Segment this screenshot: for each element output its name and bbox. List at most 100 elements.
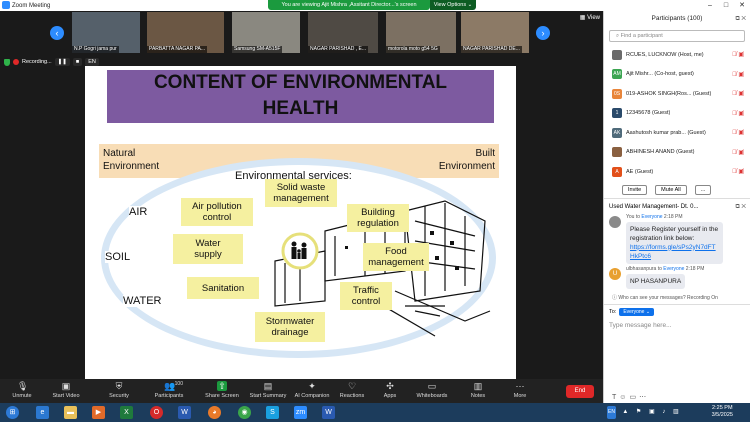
participants-count: 100 — [174, 381, 183, 387]
built-line2: Environment — [438, 161, 495, 172]
video-thumbnail[interactable]: N.P Gogri jama pur — [72, 12, 140, 53]
view-options-button[interactable]: View Options ⌄ — [430, 0, 476, 10]
security-button[interactable]: ⛨ Security — [97, 381, 141, 399]
emoji-icon[interactable]: ☺ — [619, 394, 629, 401]
notes-icon: ▥ — [473, 381, 483, 391]
notes-button[interactable]: ▥ Notes — [456, 381, 500, 399]
view-button[interactable]: ▦ View — [580, 14, 600, 21]
close-button[interactable]: ✕ — [734, 0, 750, 11]
whiteboards-label: Whiteboards — [416, 393, 448, 399]
muted-status-icon: 🎙̸ ▣̸ — [732, 52, 744, 59]
security-label: Security — [109, 393, 129, 399]
end-meeting-button[interactable]: End — [566, 385, 594, 398]
video-thumbnail[interactable]: NAGAR PARISHAD DE... — [461, 12, 529, 53]
water-supply-l2: supply — [194, 249, 222, 260]
recipient-select[interactable]: Everyone ⌄ — [619, 307, 655, 316]
video-thumbnail[interactable]: NAGAR PARISHAD , E... — [308, 12, 378, 53]
recipient-value: Everyone — [623, 308, 645, 315]
media-player-icon[interactable]: ▶ — [92, 406, 105, 419]
prev-page-icon[interactable]: ‹ — [50, 26, 64, 40]
share-screen-button[interactable]: ⇧ Share Screen — [200, 381, 244, 399]
participant-search-input[interactable]: ⌕ Find a participant — [609, 30, 745, 42]
opera-icon[interactable]: O — [150, 406, 163, 419]
avatar: U — [609, 267, 621, 280]
msg-time: 2:18 PM — [685, 265, 705, 272]
file-icon[interactable]: ▭ — [629, 394, 639, 401]
slide-title: CONTENT OF ENVIRONMENTAL HEALTH — [107, 70, 494, 123]
microphone-muted-icon: 🎙 — [17, 381, 29, 391]
language-tray-icon[interactable]: EN — [607, 406, 616, 419]
start-summary-button[interactable]: ▤ Start Summary — [246, 381, 290, 399]
message-bubble: Please Register yourself in the registra… — [626, 221, 723, 264]
traffic-l2: control — [351, 296, 381, 307]
pause-recording-button[interactable]: ❚❚ — [54, 58, 70, 66]
more-label: More — [513, 393, 527, 399]
participant-row[interactable]: 1 12345678 (Guest) 🎙̸ ▣̸ — [604, 104, 750, 124]
registration-link[interactable]: https://forms.gle/sPs2yN7dFTHkPtc6 — [630, 244, 716, 260]
more-button[interactable]: ⋯ More — [498, 381, 542, 399]
chat-recipient-row: To: Everyone ⌄ — [604, 305, 750, 319]
participant-name: Ajit Mishr... (Co-host, guest) — [626, 71, 694, 78]
ai-companion-button[interactable]: ✦ AI Companion — [290, 381, 334, 399]
folder-icon[interactable]: ▬ — [64, 406, 77, 419]
msg-time: 2:18 PM — [663, 213, 683, 220]
minimize-button[interactable]: – — [702, 0, 718, 11]
participant-row[interactable]: ABHINESH ANAND (Guest) 🎙̸ ▣̸ — [604, 143, 750, 163]
participant-row[interactable]: RCUES, LUCKNOW (Host, me) 🎙̸ ▣̸ — [604, 45, 750, 65]
maximize-button[interactable]: □ — [718, 0, 734, 11]
taskbar-clock[interactable]: 2:25 PM 3/5/2025 — [712, 405, 733, 419]
close-panel-icon[interactable]: ✕ — [741, 16, 746, 22]
sparkle-icon: ✦ — [308, 381, 316, 391]
avatar — [612, 147, 622, 158]
firefox-icon[interactable]: ◕ — [208, 406, 221, 419]
to-label: To: — [609, 308, 617, 315]
participant-row[interactable]: 0S 019-ASHOK SINGH(Ros... (Guest) 🎙̸ ▣̸ — [604, 84, 750, 104]
language-badge[interactable]: EN — [85, 58, 99, 66]
participants-button[interactable]: 👥 100 Participants — [147, 381, 191, 399]
excel-icon[interactable]: X — [120, 406, 133, 419]
participant-row[interactable]: AK Aashutosh kumar prab... (Guest) 🎙̸ ▣̸ — [604, 123, 750, 143]
chat-header: Used Water Management- Dt. 0... ⧉ ✕ — [604, 197, 750, 214]
start-video-button[interactable]: ▣ Start Video — [44, 381, 88, 399]
word-doc-icon[interactable]: W — [322, 406, 335, 419]
video-thumbnail[interactable]: Samsung SM-A515F — [232, 12, 300, 53]
more-tools-icon[interactable]: ⋯ — [639, 394, 649, 401]
word-icon[interactable]: W — [178, 406, 191, 419]
system-tray-icons[interactable]: ▲ ⚑ ▣ ♪ ▥ — [622, 406, 682, 419]
participants-title: Participants (100) — [651, 15, 703, 22]
whiteboards-button[interactable]: ▭ Whiteboards — [410, 381, 454, 399]
chat-popout-icon[interactable]: ⧉ — [735, 204, 739, 210]
popout-icon[interactable]: ⧉ — [735, 16, 739, 22]
participant-row[interactable]: AM Ajit Mishr... (Co-host, guest) 🎙̸ ▣̸ — [604, 65, 750, 85]
chrome-icon[interactable]: ◉ — [238, 406, 251, 419]
zoom-logo-icon — [2, 1, 10, 9]
start-button-icon[interactable]: ⊞ — [6, 406, 19, 419]
next-page-icon[interactable]: › — [536, 26, 550, 40]
ie-icon[interactable]: e — [36, 406, 49, 419]
notes-label: Notes — [470, 393, 486, 399]
chat-message: You to Everyone 2:18 PM Please Register … — [604, 214, 750, 264]
more-participant-options-button[interactable]: ... — [694, 184, 712, 195]
recording-dot-icon — [13, 59, 19, 65]
built-line1: Built — [475, 148, 495, 159]
meeting-area: ‹ › N.P Gogri jama pur PARBATTA NAGAR PA.… — [0, 11, 603, 390]
apps-button[interactable]: ✣ Apps — [368, 381, 412, 399]
stop-recording-button[interactable]: ■ — [72, 58, 83, 66]
muted-status-icon: 🎙̸ ▣̸ — [732, 149, 744, 156]
chat-close-icon[interactable]: ✕ — [741, 204, 746, 210]
mute-all-button[interactable]: Mute All — [655, 184, 687, 195]
who-can-see-notice[interactable]: ⓘ Who can see your messages? Recording O… — [604, 291, 750, 305]
muted-status-icon: 🎙̸ ▣̸ — [732, 110, 744, 117]
building-l1: Building — [361, 207, 395, 218]
unmute-button[interactable]: 🎙 Unmute — [0, 381, 44, 399]
water-supply-box: Water supply — [173, 234, 243, 264]
participant-row[interactable]: A AE (Guest) 🎙̸ ▣̸ — [604, 162, 750, 182]
zoom-taskbar-icon[interactable]: zm — [294, 406, 307, 419]
msg-text: Please Register yourself in the registra… — [630, 225, 719, 242]
video-thumbnail[interactable]: PARBATTA NAGAR PA... — [147, 12, 224, 53]
muted-status-icon: 🎙̸ ▣̸ — [732, 169, 744, 176]
invite-button[interactable]: Invite — [622, 184, 648, 195]
skype-icon[interactable]: S — [266, 406, 279, 419]
chat-input[interactable]: Type message here... — [609, 319, 745, 333]
video-thumbnail[interactable]: motorola moto g54 5G — [386, 12, 456, 53]
